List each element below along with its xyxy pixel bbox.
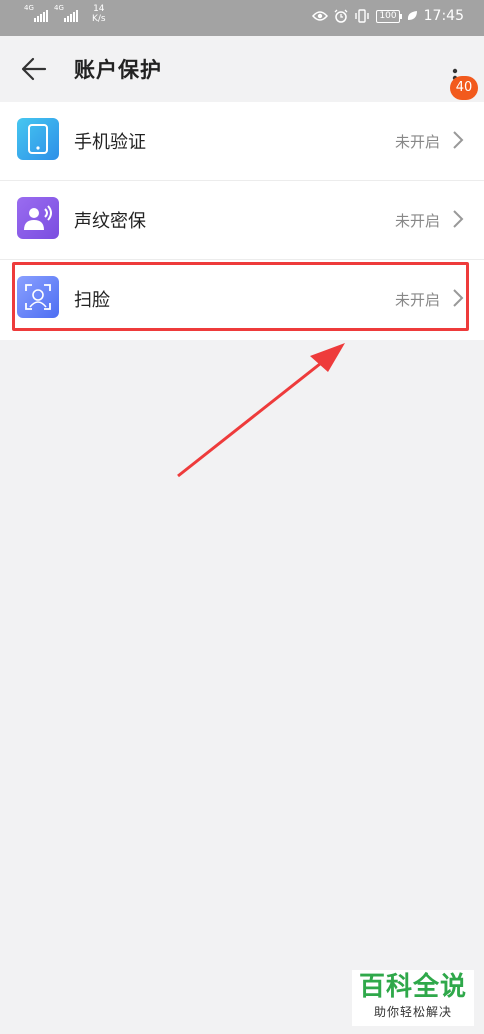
status-right: 100 17:45 bbox=[312, 8, 464, 24]
voiceprint-icon bbox=[17, 197, 59, 239]
chevron-right-icon bbox=[453, 131, 464, 149]
app-header: 账户保护 40 bbox=[0, 36, 484, 102]
eye-icon bbox=[312, 11, 329, 21]
annotation-arrow-icon bbox=[177, 343, 345, 478]
item-status: 未开启 bbox=[394, 212, 440, 230]
leaf-icon bbox=[407, 11, 417, 20]
item-label: 声纹密保 bbox=[74, 211, 146, 232]
vibrate-icon bbox=[355, 9, 370, 23]
chevron-right-icon bbox=[453, 210, 464, 228]
alarm-icon bbox=[334, 9, 348, 23]
item-status: 未开启 bbox=[394, 133, 440, 151]
watermark-title: 百科全说 bbox=[358, 972, 467, 1002]
list-item-phone-verify[interactable]: 手机验证 未开启 bbox=[0, 102, 484, 181]
list-item-voiceprint[interactable]: 声纹密保 未开启 bbox=[0, 181, 484, 260]
status-bar: 4G 4G 14 K/s 100 17:45 bbox=[0, 0, 484, 36]
clock: 17:45 bbox=[423, 8, 464, 24]
item-label: 手机验证 bbox=[74, 132, 146, 153]
notification-badge: 40 bbox=[450, 76, 478, 100]
signal-type-label: 4G bbox=[54, 4, 64, 12]
phone-icon bbox=[17, 118, 59, 160]
network-speed: 14 K/s bbox=[92, 4, 106, 24]
back-arrow-icon[interactable] bbox=[20, 56, 48, 82]
watermark-logo: 百科全说 助你轻松解决 bbox=[352, 970, 474, 1026]
signal-icon: 4G bbox=[54, 4, 78, 22]
status-left: 4G 4G 14 K/s bbox=[24, 4, 106, 24]
signal-type-label: 4G bbox=[24, 4, 34, 12]
page-title: 账户保护 bbox=[74, 58, 162, 82]
battery-icon: 100 bbox=[376, 9, 402, 23]
watermark-subtitle: 助你轻松解决 bbox=[373, 1005, 452, 1019]
highlight-box bbox=[12, 262, 469, 331]
signal-icon: 4G bbox=[24, 4, 48, 22]
network-speed-value: 14 bbox=[93, 4, 105, 14]
network-speed-unit: K/s bbox=[92, 14, 106, 24]
